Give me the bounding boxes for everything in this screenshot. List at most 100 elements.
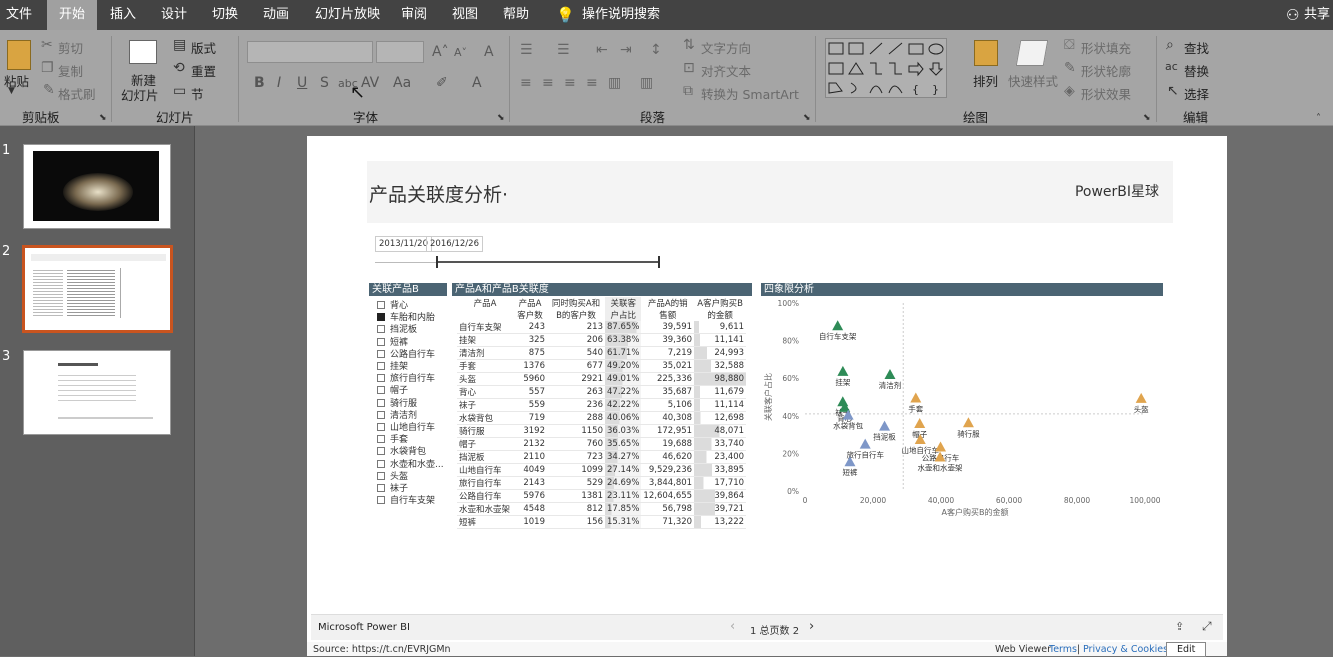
edit-button[interactable]: Edit — [1166, 642, 1207, 657]
new-slide-icon[interactable] — [129, 40, 157, 64]
slicer-item[interactable]: 袜子 — [377, 481, 408, 494]
checked-checkbox-icon[interactable] — [377, 313, 385, 322]
tell-me-search[interactable]: 操作说明搜索 — [582, 0, 660, 30]
scatter-point[interactable] — [910, 392, 922, 403]
date-slider-handle-end[interactable] — [658, 256, 660, 268]
scatter-point[interactable] — [884, 368, 896, 379]
checkbox-icon[interactable] — [377, 484, 385, 492]
scatter-point[interactable] — [859, 438, 871, 449]
shadow-icon[interactable]: S — [320, 75, 329, 91]
terms-link[interactable]: Terms — [1049, 644, 1077, 655]
shape-effects-button[interactable]: 形状效果 — [1081, 84, 1131, 103]
scatter-point[interactable] — [962, 417, 974, 428]
table-row[interactable]: 旅行自行车 2143 529 24.69% 3,844,801 17,710 — [457, 476, 747, 490]
shape-fill-button[interactable]: 形状填充 — [1081, 38, 1131, 57]
shape-outline-button[interactable]: 形状轮廓 — [1081, 61, 1131, 80]
powerbi-report[interactable]: 产品关联度分析· PowerBI星球 2013/11/20 2016/12/26… — [311, 158, 1223, 608]
line-spacing-icon[interactable]: ↕ — [650, 42, 662, 58]
table-row[interactable]: 手套 1376 677 49.20% 35,021 32,588 — [457, 359, 747, 373]
checkbox-icon[interactable] — [377, 496, 385, 505]
matrix-column-header[interactable]: 客户数 — [513, 309, 547, 321]
align-text-button[interactable]: 对齐文本 — [701, 61, 751, 80]
tab-file[interactable]: 文件 — [6, 0, 32, 30]
tab-animations[interactable]: 动画 — [263, 0, 289, 30]
slicer-item[interactable]: 骑行服 — [377, 396, 417, 409]
table-row[interactable]: 挡泥板 2110 723 34.27% 46,620 23,400 — [457, 450, 747, 464]
font-shrink-icon[interactable]: A˅ — [454, 46, 467, 59]
table-row[interactable]: 背心 557 263 47.22% 35,687 11,679 — [457, 385, 747, 399]
checkbox-icon[interactable] — [377, 410, 385, 419]
table-row[interactable]: 公路自行车 5976 1381 23.11% 12,604,655 39,864 — [457, 489, 747, 503]
date-slider-handle-start[interactable] — [436, 256, 438, 268]
checkbox-icon[interactable] — [377, 398, 385, 407]
matrix-column-header[interactable] — [457, 309, 513, 321]
font-grow-icon[interactable]: A˄ — [432, 44, 449, 60]
bold-icon[interactable]: B — [254, 75, 265, 91]
columns-icon[interactable]: ▥ — [640, 75, 653, 91]
table-row[interactable]: 挂架 325 206 63.38% 39,360 11,141 — [457, 333, 747, 347]
date-start-input[interactable]: 2013/11/20 — [375, 236, 432, 252]
matrix-column-header[interactable]: 关联客 — [605, 297, 642, 309]
table-row[interactable]: 短裤 1019 156 15.31% 71,320 13,222 — [457, 515, 747, 529]
slicer-item[interactable]: 短裤 — [377, 335, 408, 348]
dialog-launcher-icon[interactable]: ⬊ — [497, 113, 505, 123]
tab-insert[interactable]: 插入 — [110, 0, 136, 30]
slicer-item[interactable]: 清洁剂 — [377, 408, 417, 421]
privacy-link[interactable]: Privacy & Cookies — [1083, 644, 1168, 655]
checkbox-icon[interactable] — [377, 362, 385, 370]
slicer-item[interactable]: 车胎和内胎 — [377, 310, 435, 323]
paste-icon[interactable] — [7, 40, 31, 70]
tab-help[interactable]: 帮助 — [503, 0, 529, 30]
align-center-icon[interactable]: ≡ — [542, 75, 554, 91]
change-case-icon[interactable]: Aa — [393, 75, 411, 91]
new-slide-label[interactable]: 幻灯片 — [121, 85, 159, 104]
collapse-ribbon-icon[interactable]: ˄ — [1316, 113, 1321, 124]
slicer-item[interactable]: 头盔 — [377, 469, 408, 482]
checkbox-icon[interactable] — [377, 423, 385, 431]
slicer-item[interactable]: 水壶和水壶... — [377, 457, 444, 470]
table-row[interactable]: 自行车支架 243 213 87.65% 39,591 9,611 — [457, 321, 747, 334]
slicer-item[interactable]: 挡泥板 — [377, 322, 417, 335]
matrix-column-header[interactable]: A客户购买B — [694, 297, 746, 309]
date-end-input[interactable]: 2016/12/26 — [426, 236, 483, 252]
bullets-icon[interactable]: ☰ — [520, 42, 533, 58]
font-name-combo[interactable] — [247, 41, 373, 63]
slicer-item[interactable]: 背心 — [377, 298, 408, 311]
align-right-icon[interactable]: ≡ — [564, 75, 576, 91]
checkbox-icon[interactable] — [377, 435, 385, 444]
checkbox-icon[interactable] — [377, 301, 385, 309]
matrix-column-header[interactable]: 产品A — [457, 297, 513, 309]
quick-styles-button[interactable]: 快速样式 — [1008, 71, 1058, 90]
section-button[interactable]: 节 — [191, 84, 204, 103]
slide-thumbnail-2[interactable] — [22, 245, 173, 333]
select-button[interactable]: 选择 — [1184, 84, 1209, 103]
numbering-icon[interactable]: ☰ — [557, 42, 570, 58]
checkbox-icon[interactable] — [377, 349, 385, 358]
matrix-column-header[interactable]: 产品A — [513, 297, 547, 309]
tab-home[interactable]: 开始 — [47, 0, 98, 30]
tab-design[interactable]: 设计 — [161, 0, 187, 30]
slicer-item[interactable]: 山地自行车 — [377, 420, 435, 433]
checkbox-icon[interactable] — [377, 459, 385, 468]
table-row[interactable]: 头盔 5960 2921 49.01% 225,336 98,880 — [457, 372, 747, 386]
checkbox-icon[interactable] — [377, 447, 385, 456]
shapes-gallery[interactable]: {} — [825, 38, 947, 98]
fullscreen-icon[interactable]: ⤢ — [1202, 619, 1212, 634]
slicer-item[interactable]: 自行车支架 — [377, 493, 435, 506]
table-row[interactable]: 清洁剂 875 540 61.71% 7,219 24,993 — [457, 346, 747, 360]
checkbox-icon[interactable] — [377, 386, 385, 395]
matrix-column-header[interactable]: 售额 — [641, 309, 694, 321]
matrix-column-header[interactable]: 产品A的销 — [641, 297, 694, 309]
table-row[interactable]: 水壶和水壶架 4548 812 17.85% 56,798 39,721 — [457, 502, 747, 516]
increase-indent-icon[interactable]: ⇥ — [620, 42, 632, 58]
scatter-point[interactable] — [879, 420, 891, 431]
tab-view[interactable]: 视图 — [452, 0, 478, 30]
text-direction-button[interactable]: 文字方向 — [701, 38, 751, 57]
justify-icon[interactable]: ≡ — [586, 75, 598, 91]
font-color-icon[interactable]: A — [472, 75, 482, 91]
next-page-icon[interactable]: › — [809, 619, 814, 634]
slicer-item[interactable]: 挂架 — [377, 359, 408, 372]
scatter-point[interactable] — [914, 417, 926, 428]
arrange-icon[interactable] — [974, 40, 998, 66]
distribute-icon[interactable]: ▥ — [608, 75, 621, 91]
